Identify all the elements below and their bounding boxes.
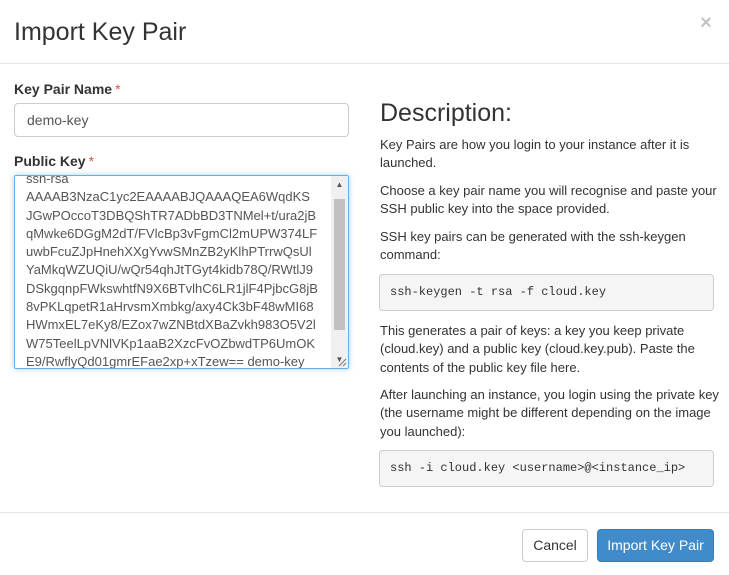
description-paragraph: After launching an instance, you login u… xyxy=(380,387,719,439)
keygen-command-code: ssh-keygen -t rsa -f cloud.key xyxy=(379,274,714,311)
ssh-command-code: ssh -i cloud.key <username>@<instance_ip… xyxy=(379,450,714,487)
scrollbar-thumb[interactable] xyxy=(334,199,345,330)
public-key-label: Public Key * xyxy=(14,152,94,170)
import-key-pair-dialog: Import Key Pair × Key Pair Name* Public … xyxy=(0,0,729,575)
description-paragraph: SSH key pairs can be generated with the … xyxy=(380,229,686,263)
description-paragraph: Key Pairs are how you login to your inst… xyxy=(380,137,690,171)
description-title: Description: xyxy=(380,99,512,127)
scroll-up-arrow-icon[interactable]: ▲ xyxy=(331,176,348,193)
description-paragraph: This generates a pair of keys: a key you… xyxy=(380,323,695,375)
modal-header: Import Key Pair × xyxy=(0,0,729,64)
description-paragraph: Choose a key pair name you will recognis… xyxy=(380,183,717,217)
required-marker: * xyxy=(115,81,121,97)
import-key-pair-button[interactable]: Import Key Pair xyxy=(597,529,714,562)
key-pair-name-label: Key Pair Name * xyxy=(14,80,121,98)
modal-title: Import Key Pair xyxy=(14,18,187,46)
public-key-label-text: Public Key xyxy=(14,153,86,169)
required-marker: * xyxy=(88,153,95,169)
public-key-text[interactable]: ssh-rsa AAAAB3NzaC1yc2EAAAABJQAAAQEA6Wqd… xyxy=(26,176,331,368)
public-key-textarea[interactable]: ssh-rsa AAAAB3NzaC1yc2EAAAABJQAAAQEA6Wqd… xyxy=(14,175,349,369)
modal-footer: Cancel Import Key Pair xyxy=(0,512,729,575)
resize-grip-icon[interactable] xyxy=(337,357,347,367)
textarea-scrollbar[interactable]: ▲ ▼ xyxy=(331,176,348,368)
cancel-button[interactable]: Cancel xyxy=(522,529,588,562)
key-pair-name-label-text: Key Pair Name xyxy=(14,81,113,97)
key-pair-name-input[interactable] xyxy=(14,103,349,137)
close-icon[interactable]: × xyxy=(698,13,714,33)
